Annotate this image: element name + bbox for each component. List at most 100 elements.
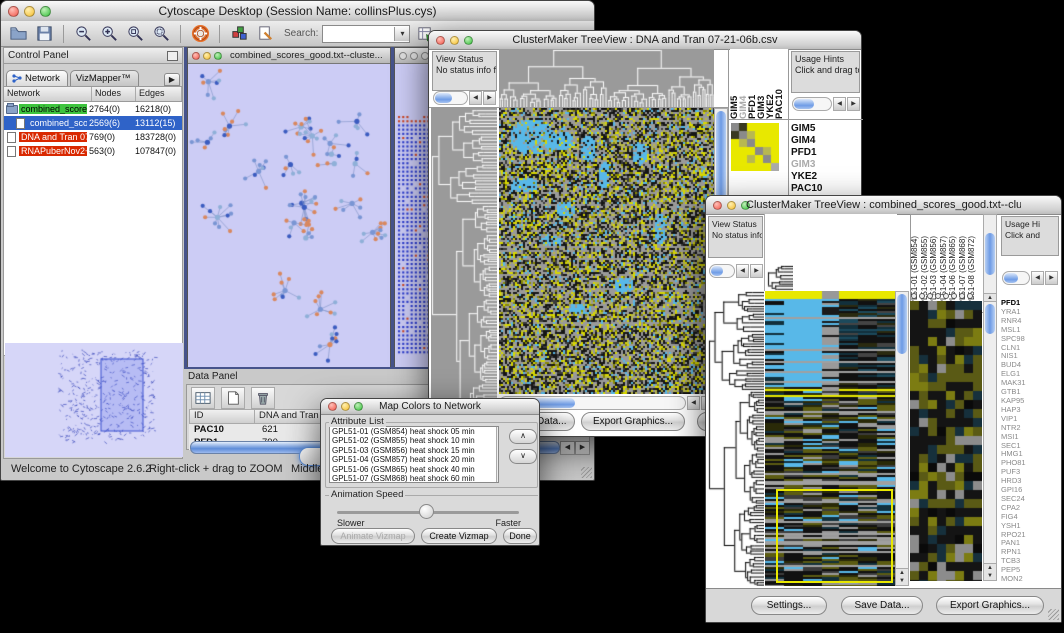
tab-vizmapper[interactable]: VizMapper™ xyxy=(70,70,139,86)
node-count: 769(0) xyxy=(87,132,133,142)
chevron-down-icon[interactable]: ▾ xyxy=(394,27,409,41)
scroll-up-icon[interactable]: ▲ xyxy=(984,564,996,572)
new-attribute-icon[interactable] xyxy=(221,387,245,409)
attribute-list[interactable]: GPL51-01 (GSM854) heat shock 05 minGPL51… xyxy=(329,426,499,483)
scroll-right-icon[interactable]: ▶ xyxy=(750,264,763,278)
tab-network[interactable]: Network xyxy=(6,70,68,86)
tv1-titlebar[interactable]: ClusterMaker TreeView : DNA and Tran 07-… xyxy=(429,31,861,50)
animate-vizmap-button[interactable]: Animate Vizmap xyxy=(331,528,415,544)
zoom-in-icon[interactable] xyxy=(98,23,120,45)
scroll-left-icon[interactable]: ◀ xyxy=(469,91,482,105)
tv1-status-scrollbar[interactable]: ◀ ▶ xyxy=(433,91,496,104)
scroll-down-icon[interactable]: ▼ xyxy=(896,577,908,585)
attribute-item[interactable]: GPL51-06 (GSM865) heat shock 40 min xyxy=(330,465,498,474)
slider-thumb[interactable] xyxy=(419,504,434,519)
tv2-titlebar[interactable]: ClusterMaker TreeView : combined_scores_… xyxy=(706,196,1061,215)
close-button[interactable] xyxy=(713,201,722,210)
scroll-right-icon[interactable]: ▶ xyxy=(1045,271,1058,285)
resize-grip[interactable] xyxy=(1048,609,1059,620)
settings-button[interactable]: Settings... xyxy=(751,596,827,615)
scroll-right-icon[interactable]: ▶ xyxy=(575,441,590,455)
zoom-fit-icon[interactable] xyxy=(150,23,172,45)
resize-grip[interactable] xyxy=(581,467,592,478)
inactive-close-button[interactable] xyxy=(399,52,407,60)
done-button[interactable]: Done xyxy=(503,528,537,544)
annotation-icon[interactable] xyxy=(254,23,276,45)
create-vizmap-button[interactable]: Create Vizmap xyxy=(421,528,497,544)
tv2-hints-scrollbar[interactable]: ◀ ▶ xyxy=(1002,271,1058,284)
network-graph-canvas[interactable] xyxy=(188,64,390,367)
attribute-item[interactable]: GPL51-07 (GSM868) heat shock 60 min xyxy=(330,474,498,483)
select-attributes-icon[interactable] xyxy=(191,387,215,409)
tv1-row-dendrogram[interactable] xyxy=(431,108,497,424)
network-row[interactable]: RNAPuberNov2+|563(0)107847(0) xyxy=(4,144,182,158)
tv2-zoom-heatmap[interactable] xyxy=(910,301,982,581)
tv2-status-scrollbar[interactable]: ◀ ▶ xyxy=(709,264,763,277)
tv1-summary-matrix[interactable] xyxy=(731,123,779,171)
help-icon[interactable] xyxy=(189,23,211,45)
scroll-up-icon[interactable]: ▲ xyxy=(896,569,908,577)
id-column-header[interactable]: ID xyxy=(190,410,255,423)
tv2-vertical-scrollbar[interactable]: ▲▼ xyxy=(895,291,909,586)
network-row[interactable]: combined_scores2764(0)16218(0) xyxy=(4,102,182,116)
tv1-heatmap[interactable] xyxy=(499,108,714,394)
column-header-edges[interactable]: Edges xyxy=(136,87,182,101)
network-row[interactable]: combined_sco2569(6)13112(15) xyxy=(4,116,182,130)
minimize-button[interactable] xyxy=(450,36,459,45)
delete-attribute-icon[interactable] xyxy=(251,387,275,409)
export-graphics-button[interactable]: Export Graphics... xyxy=(581,412,685,431)
dialog-titlebar[interactable]: Map Colors to Network xyxy=(321,399,539,415)
scroll-left-icon[interactable]: ◀ xyxy=(736,264,749,278)
save-icon[interactable] xyxy=(33,23,55,45)
tab-overflow-button[interactable]: ▶ xyxy=(164,73,180,86)
scroll-down-icon[interactable]: ▼ xyxy=(497,476,499,482)
tv2-heatmap[interactable] xyxy=(765,291,895,586)
network-overview-panel[interactable] xyxy=(5,343,181,457)
vizmapper-icon[interactable] xyxy=(228,23,250,45)
close-button[interactable] xyxy=(8,6,19,17)
network-frame-titlebar[interactable]: combined_scores_good.txt--cluste... xyxy=(188,48,390,64)
inactive-minimize-button[interactable] xyxy=(410,52,418,60)
save-data-button[interactable]: Save Data... xyxy=(841,596,923,615)
attribute-item[interactable]: GPL51-04 (GSM857) heat shock 20 min xyxy=(330,455,498,464)
move-up-button[interactable]: ∧ xyxy=(509,429,537,444)
tv2-row-dendrogram[interactable] xyxy=(708,291,764,586)
tv1-usage-hints: Usage Hints Click and drag to xyxy=(791,51,860,93)
frame-minimize-button[interactable] xyxy=(203,52,211,60)
minimize-button[interactable] xyxy=(341,402,350,411)
attribute-item[interactable]: GPL51-03 (GSM856) heat shock 15 min xyxy=(330,446,498,455)
search-input[interactable]: ▾ xyxy=(322,25,410,43)
tv1-hints-scrollbar[interactable]: ◀ ▶ xyxy=(792,97,860,110)
attribute-item[interactable]: GPL51-01 (GSM854) heat shock 05 min xyxy=(330,427,498,436)
network-view-frame[interactable]: combined_scores_good.txt--cluste... xyxy=(187,47,391,367)
minimize-button[interactable] xyxy=(24,6,35,17)
frame-close-button[interactable] xyxy=(192,52,200,60)
tv2-column-labels-scrollbar[interactable]: ▲▼ xyxy=(983,214,997,311)
frame-zoom-button[interactable] xyxy=(214,52,222,60)
scroll-right-icon[interactable]: ▶ xyxy=(483,91,496,105)
network-row[interactable]: DNA and Tran 07769(0)183728(0) xyxy=(4,130,182,144)
scroll-left-icon[interactable]: ◀ xyxy=(687,396,700,410)
scroll-left-icon[interactable]: ◀ xyxy=(833,97,846,111)
float-panel-icon[interactable] xyxy=(167,51,178,61)
main-titlebar[interactable]: Cytoscape Desktop (Session Name: collins… xyxy=(1,1,594,22)
move-down-button[interactable]: ∨ xyxy=(509,449,537,464)
close-button[interactable] xyxy=(328,402,337,411)
tv1-column-dendrogram[interactable] xyxy=(499,49,714,107)
attribute-list-scrollbar[interactable]: ▲▼ xyxy=(496,427,499,482)
close-button[interactable] xyxy=(436,36,445,45)
open-file-icon[interactable] xyxy=(7,23,29,45)
zoom-selected-icon[interactable] xyxy=(124,23,146,45)
scroll-down-icon[interactable]: ▼ xyxy=(984,572,996,580)
scroll-right-icon[interactable]: ▶ xyxy=(847,97,860,111)
scroll-left-icon[interactable]: ◀ xyxy=(560,441,575,455)
column-header-nodes[interactable]: Nodes xyxy=(92,87,136,101)
column-header-network[interactable]: Network xyxy=(4,87,92,101)
scroll-left-icon[interactable]: ◀ xyxy=(1031,271,1044,285)
tv2-zoom-scrollbar[interactable]: ▲▼ xyxy=(983,301,997,581)
export-graphics-button[interactable]: Export Graphics... xyxy=(936,596,1044,615)
attribute-item[interactable]: GPL51-02 (GSM855) heat shock 10 min xyxy=(330,436,498,445)
zoom-out-icon[interactable] xyxy=(72,23,94,45)
gene-label[interactable]: MON2 xyxy=(1001,575,1059,584)
minimize-button[interactable] xyxy=(727,201,736,210)
